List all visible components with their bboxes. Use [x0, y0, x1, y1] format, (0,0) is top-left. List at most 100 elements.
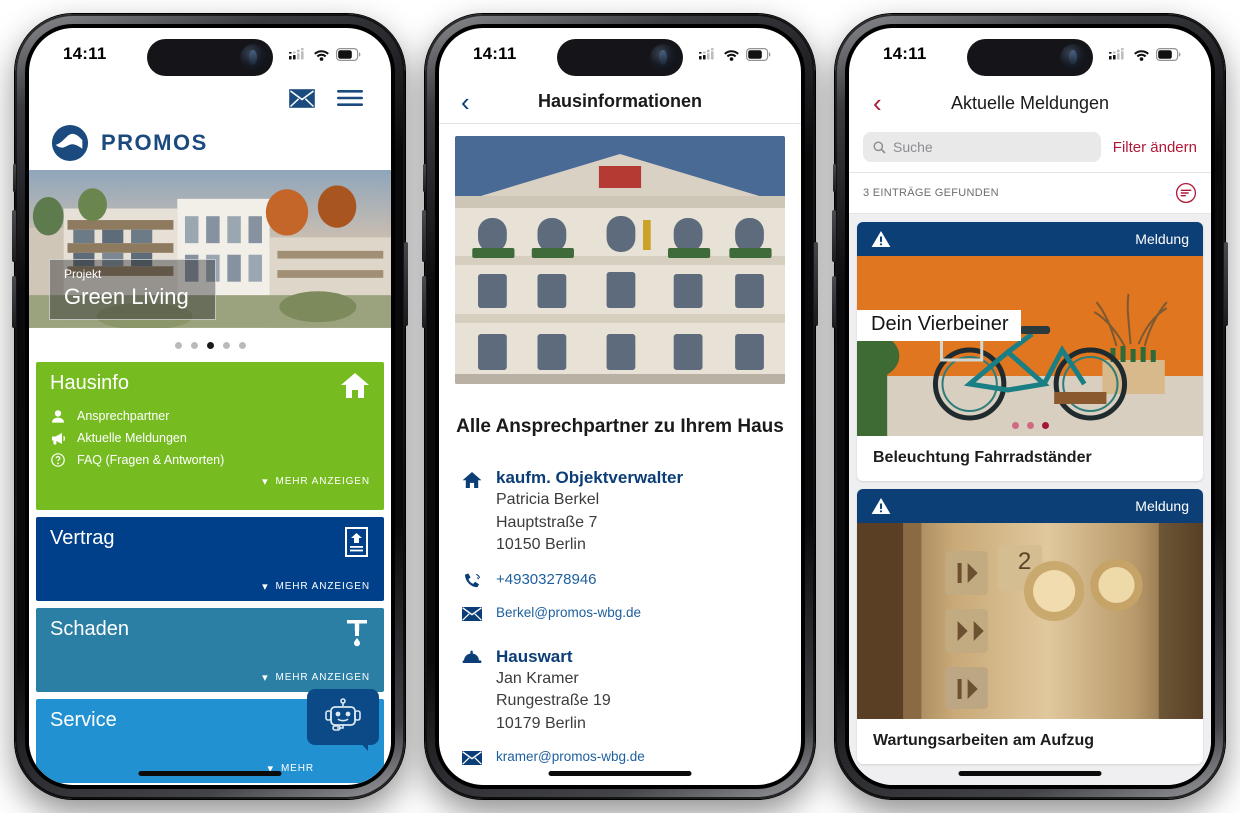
card-more-hausinfo[interactable]: ▾ MEHR ANZEIGEN — [50, 475, 370, 488]
message-card-badge: Meldung — [1135, 231, 1189, 247]
hero-caption: Projekt Green Living — [49, 259, 216, 320]
contact-name: Patricia Berkel — [496, 489, 683, 511]
hamburger-menu-icon[interactable] — [337, 89, 363, 107]
contact-phone-row[interactable]: +49303278946 — [461, 569, 779, 591]
carousel-dot-active[interactable] — [207, 342, 214, 349]
card-more-label: MEHR ANZEIGEN — [276, 581, 371, 592]
phone-screen: 14:11 — [29, 28, 391, 785]
contact-email-row[interactable]: kramer@promos-wbg.de — [461, 748, 779, 765]
card-link-ansprechpartner[interactable]: Ansprechpartner — [50, 409, 370, 423]
contract-document-icon — [343, 527, 370, 562]
hero-kicker: Projekt — [64, 268, 189, 282]
card-more-label: MEHR — [281, 763, 314, 774]
chatbot-bubble[interactable] — [307, 689, 379, 745]
card-link-aktuelle-meldungen[interactable]: Aktuelle Meldungen — [50, 431, 370, 445]
wifi-icon — [313, 48, 330, 61]
contact-hauswart: Hauswart Jan Kramer Rungestraße 19 10179… — [439, 647, 801, 765]
contact-city: 10150 Berlin — [496, 534, 683, 556]
message-carousel-dots[interactable] — [857, 422, 1203, 429]
volume-up-button[interactable] — [832, 210, 836, 262]
house-icon — [340, 372, 370, 404]
navigation-bar: ‹ Aktuelle Meldungen — [849, 80, 1211, 126]
home-indicator[interactable] — [139, 771, 282, 776]
hero-title: Green Living — [64, 284, 189, 309]
message-card-title: Beleuchtung Fahrradständer — [857, 436, 1203, 481]
carousel-dot[interactable] — [1027, 422, 1034, 429]
carousel-dot[interactable] — [175, 342, 182, 349]
chevron-down-icon: ▾ — [262, 475, 268, 488]
chatbot-fab[interactable] — [307, 689, 379, 751]
carousel-dot[interactable] — [191, 342, 198, 349]
card-title: Schaden — [50, 618, 370, 641]
search-input[interactable]: Suche — [863, 132, 1101, 162]
power-button[interactable] — [1224, 242, 1228, 326]
phone-aktuelle-meldungen: 14:11 — [835, 14, 1225, 799]
building-photo-image — [455, 136, 785, 384]
bicycle-photo-image — [857, 256, 1203, 436]
volume-up-button[interactable] — [12, 210, 16, 262]
envelope-icon[interactable] — [289, 89, 315, 108]
status-time: 14:11 — [883, 44, 927, 64]
volume-down-button[interactable] — [12, 276, 16, 328]
message-card-aufzug[interactable]: Meldung — [857, 489, 1203, 764]
volume-down-button[interactable] — [422, 276, 426, 328]
card-title: Vertrag — [50, 527, 370, 550]
carousel-dots[interactable] — [29, 334, 391, 356]
app-topbar — [29, 80, 391, 116]
contact-email[interactable]: kramer@promos-wbg.de — [496, 749, 645, 764]
card-more-vertrag[interactable]: ▾ MEHR ANZEIGEN — [50, 580, 370, 593]
silent-switch[interactable] — [423, 164, 426, 192]
cellular-signal-icon — [699, 48, 717, 60]
chatbot-robot-icon — [323, 698, 363, 736]
card-title: Hausinfo — [50, 372, 370, 395]
silent-switch[interactable] — [13, 164, 16, 192]
navigation-bar: ‹ Hausinformationen — [439, 80, 801, 124]
volume-up-button[interactable] — [422, 210, 426, 262]
leaking-faucet-icon — [344, 618, 370, 653]
card-hausinfo[interactable]: Hausinfo Ansprechpartner — [36, 362, 384, 510]
carousel-dot[interactable] — [1012, 422, 1019, 429]
carousel-dot[interactable] — [223, 342, 230, 349]
message-card-beleuchtung[interactable]: Meldung — [857, 222, 1203, 481]
hero-carousel[interactable]: Projekt Green Living — [29, 170, 391, 334]
carousel-dot[interactable] — [239, 342, 246, 349]
brand-header: PROMOS — [29, 116, 391, 170]
contact-email-row[interactable]: Berkel@promos-wbg.de — [461, 604, 779, 621]
phone-icon — [461, 569, 483, 591]
home-indicator[interactable] — [959, 771, 1102, 776]
contact-phone[interactable]: +49303278946 — [496, 571, 597, 588]
svg-text:2: 2 — [1018, 548, 1031, 575]
status-icons — [1109, 48, 1181, 61]
volume-down-button[interactable] — [832, 276, 836, 328]
front-camera-icon — [1060, 44, 1087, 71]
contact-kaufm-objektverwalter: kaufm. Objektverwalter Patricia Berkel H… — [439, 468, 801, 621]
chevron-left-icon[interactable]: ‹ — [461, 89, 470, 115]
power-button[interactable] — [814, 242, 818, 326]
phone-screen: 14:11 — [849, 28, 1211, 785]
cellular-signal-icon — [289, 48, 307, 60]
status-icons — [289, 48, 361, 61]
sort-filter-icon[interactable] — [1175, 182, 1197, 204]
message-card-badge: Meldung — [1135, 498, 1189, 514]
card-schaden[interactable]: Schaden ▾ MEHR ANZEIGEN — [36, 608, 384, 692]
filter-change-button[interactable]: Filter ändern — [1113, 139, 1197, 156]
phone-hausinformationen: 14:11 — [425, 14, 815, 799]
home-indicator[interactable] — [549, 771, 692, 776]
silent-switch[interactable] — [833, 164, 836, 192]
promos-logo-icon — [51, 124, 89, 162]
contact-email[interactable]: Berkel@promos-wbg.de — [496, 605, 641, 620]
message-card-header: Meldung — [857, 222, 1203, 256]
card-vertrag[interactable]: Vertrag ▾ MEHR ANZEIGEN — [36, 517, 384, 601]
power-button[interactable] — [404, 242, 408, 326]
card-link-faq[interactable]: FAQ (Fragen & Antworten) — [50, 453, 370, 467]
phone-inner-frame: 14:11 — [435, 24, 805, 789]
warning-triangle-icon — [871, 497, 891, 515]
app-content: ‹ Hausinformationen — [439, 80, 801, 785]
contact-header: kaufm. Objektverwalter Patricia Berkel H… — [461, 468, 779, 556]
card-more-schaden[interactable]: ▾ MEHR ANZEIGEN — [50, 671, 370, 684]
chevron-left-icon[interactable]: ‹ — [873, 90, 882, 116]
card-link-label: FAQ (Fragen & Antworten) — [77, 453, 224, 467]
front-camera-icon — [650, 44, 677, 71]
building-facade-photo — [455, 136, 785, 384]
carousel-dot-active[interactable] — [1042, 422, 1049, 429]
